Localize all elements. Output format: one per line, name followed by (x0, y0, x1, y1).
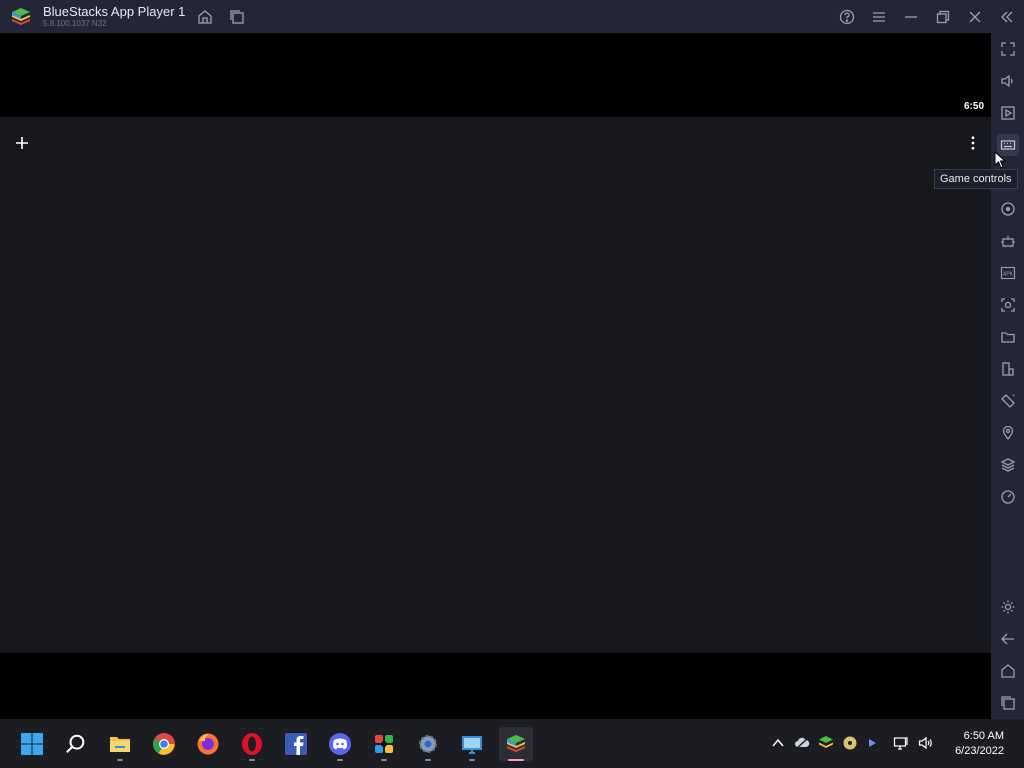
launcher-home[interactable] (0, 117, 991, 653)
opera-icon[interactable] (235, 727, 269, 761)
add-icon[interactable] (12, 133, 32, 153)
screenshot-icon[interactable] (997, 294, 1019, 316)
help-icon[interactable] (837, 7, 857, 27)
mouse-cursor-icon (994, 150, 1007, 169)
firefox-icon[interactable] (191, 727, 225, 761)
close-icon[interactable] (965, 7, 985, 27)
location-icon[interactable] (997, 422, 1019, 444)
bluestacks-taskbar-icon[interactable] (499, 727, 533, 761)
macro-icon[interactable] (997, 230, 1019, 252)
chrome-icon[interactable] (147, 727, 181, 761)
shake-icon[interactable] (997, 390, 1019, 412)
network-icon[interactable] (891, 733, 911, 753)
clock-time: 6:50 AM (963, 730, 1004, 742)
android-clock: 6:50 (963, 101, 984, 112)
android-nav-bar (0, 653, 991, 719)
bluestacks-tray-icon[interactable] (816, 733, 836, 753)
android-home-icon[interactable] (997, 660, 1019, 682)
multi-instance-icon[interactable] (227, 7, 247, 27)
back-icon[interactable] (997, 628, 1019, 650)
settings-app-icon[interactable] (411, 727, 445, 761)
title-bar: BlueStacks App Player 1 5.8.100.1037 N32 (0, 0, 1024, 33)
collapse-sidebar-icon[interactable] (997, 7, 1017, 27)
settings-icon[interactable] (997, 596, 1019, 618)
more-options-icon[interactable] (965, 133, 981, 153)
volume-icon[interactable] (997, 70, 1019, 92)
windows-taskbar: 6:50 AM 6/23/2022 (0, 719, 1024, 768)
app-cluster-icon[interactable] (367, 727, 401, 761)
layers-icon[interactable] (997, 454, 1019, 476)
home-icon[interactable] (195, 7, 215, 27)
android-screen[interactable]: 6:50 (0, 33, 991, 719)
disc-icon[interactable] (840, 733, 860, 753)
game-controls-tooltip: Game controls (934, 169, 1018, 189)
fullscreen-icon[interactable] (997, 38, 1019, 60)
side-toolbar: APK (991, 33, 1024, 719)
remote-desktop-icon[interactable] (455, 727, 489, 761)
bluestacks-logo-icon (10, 6, 32, 28)
system-clock[interactable]: 6:50 AM 6/23/2022 (955, 729, 1004, 759)
rotate-icon[interactable] (997, 198, 1019, 220)
restore-icon[interactable] (933, 7, 953, 27)
performance-icon[interactable] (997, 486, 1019, 508)
install-apk-icon[interactable]: APK (997, 262, 1019, 284)
search-icon[interactable] (59, 727, 93, 761)
file-explorer-icon[interactable] (103, 727, 137, 761)
start-icon[interactable] (15, 727, 49, 761)
android-status-bar: 6:50 (0, 33, 991, 117)
show-hidden-icons-icon[interactable] (768, 733, 788, 753)
window-title: BlueStacks App Player 1 (43, 4, 186, 19)
folder-icon[interactable] (997, 326, 1019, 348)
window-version: 5.8.100.1037 N32 (43, 19, 107, 28)
discord-icon[interactable] (323, 727, 357, 761)
speaker-icon[interactable] (916, 733, 936, 753)
menu-icon[interactable] (869, 7, 889, 27)
multi-instance-sidebar-icon[interactable] (997, 358, 1019, 380)
media-icon[interactable] (997, 102, 1019, 124)
svg-text:APK: APK (1003, 272, 1014, 278)
facebook-icon[interactable] (279, 727, 313, 761)
clock-date: 6/23/2022 (955, 745, 1004, 757)
media-tray-icon[interactable] (862, 733, 882, 753)
recent-apps-icon[interactable] (997, 692, 1019, 714)
minimize-icon[interactable] (901, 7, 921, 27)
onedrive-icon[interactable] (792, 733, 812, 753)
